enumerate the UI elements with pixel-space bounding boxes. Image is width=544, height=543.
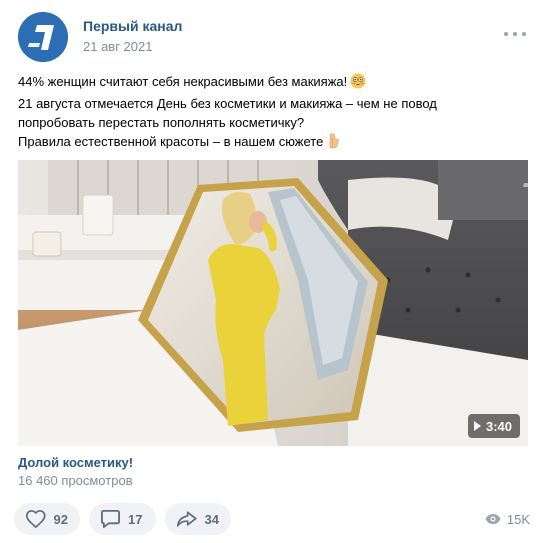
post-text-line-1: 44% женщин считают себя некрасивыми без …: [18, 74, 348, 89]
post-text: 44% женщин считают себя некрасивыми без …: [18, 72, 528, 154]
wall-post: Первый канал 21 авг 2021 44% женщин счит…: [0, 0, 544, 543]
video-thumbnail: [18, 160, 528, 446]
like-count: 92: [53, 511, 68, 527]
video-views: 16 460 просмотров: [18, 473, 133, 488]
post-text-line-2: 21 августа отмечается День без косметики…: [18, 96, 437, 111]
post-text-line-4: Правила естественной красоты – в нашем с…: [18, 134, 324, 149]
eye-icon: [485, 514, 501, 524]
share-button[interactable]: 34: [165, 503, 231, 535]
post-views-count: 15K: [506, 511, 530, 527]
comment-button[interactable]: 17: [89, 503, 156, 535]
more-options-icon[interactable]: [504, 27, 526, 41]
comment-icon: [101, 510, 120, 528]
video-duration: 3:40: [485, 418, 512, 434]
video-title[interactable]: Долой косметику!: [18, 455, 133, 470]
post-author[interactable]: Первый канал: [83, 18, 182, 34]
like-button[interactable]: 92: [14, 503, 80, 535]
play-icon: [473, 421, 481, 431]
video-player[interactable]: 3:40: [18, 160, 528, 446]
pointing-down-emoji-icon: [326, 133, 340, 154]
heart-icon: [25, 510, 46, 528]
post-date[interactable]: 21 авг 2021: [83, 39, 152, 54]
share-arrow-icon: [176, 511, 197, 527]
video-duration-badge: 3:40: [467, 414, 520, 438]
comment-count: 17: [128, 511, 143, 527]
share-count: 34: [204, 511, 219, 527]
channel-one-logo-icon: [18, 12, 68, 62]
channel-avatar[interactable]: [18, 12, 68, 62]
post-text-line-3: попробовать перестать пополнять косметич…: [18, 115, 305, 130]
post-views: 15K: [485, 503, 530, 535]
flushed-face-emoji-icon: [350, 73, 366, 94]
